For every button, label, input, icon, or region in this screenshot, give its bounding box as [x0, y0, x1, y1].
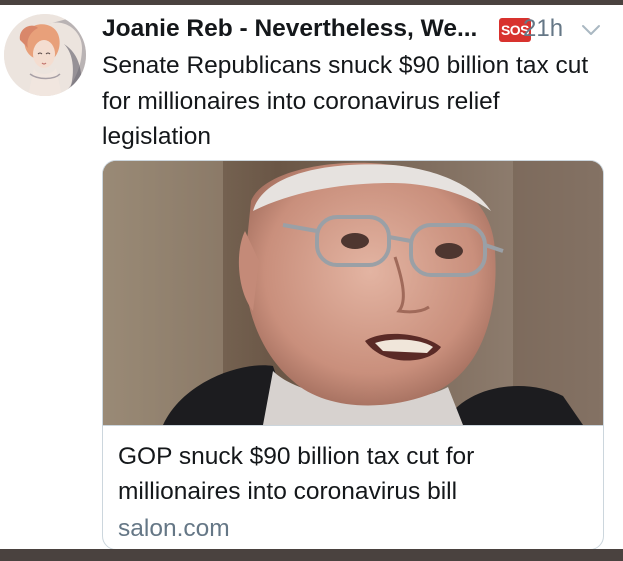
tweet-timestamp[interactable]: 21h — [523, 14, 563, 44]
author-name[interactable]: Joanie Reb - Nevertheless, We... — [102, 14, 502, 44]
top-frame-bar — [0, 0, 623, 5]
older-man-with-glasses-photo — [103, 161, 603, 425]
tweet-text: Senate Republicans snuck $90 billion tax… — [102, 52, 589, 150]
card-image[interactable] — [103, 161, 603, 425]
card-title[interactable]: GOP snuck $90 billion tax cut for millio… — [118, 439, 588, 509]
tweet-header: Joanie Reb - Nevertheless, We... SOS 21h — [102, 12, 612, 48]
chevron-down-icon[interactable] — [580, 22, 602, 38]
link-card[interactable]: GOP snuck $90 billion tax cut for millio… — [102, 160, 604, 550]
author-avatar[interactable] — [4, 14, 86, 96]
woman-portrait-avatar-icon — [4, 14, 86, 96]
card-divider — [103, 425, 603, 426]
card-domain: salon.com — [118, 515, 230, 542]
bottom-frame-bar — [0, 549, 623, 561]
